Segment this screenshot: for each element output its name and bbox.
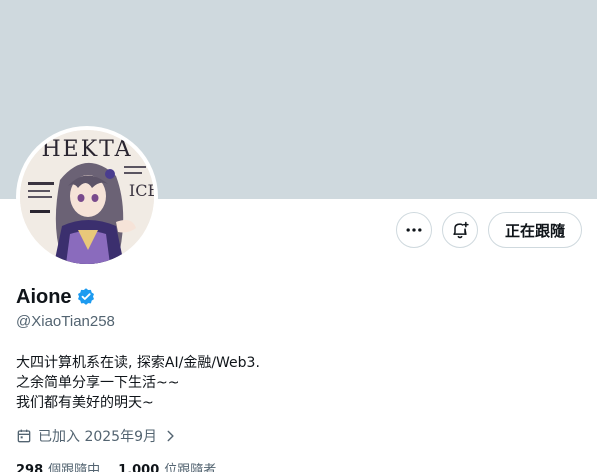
joined-text: 已加入 2025年9月: [38, 429, 157, 445]
profile-info: Aione @XiaoTian258 大四计算机系在读, 探索AI/金融/Web…: [16, 283, 576, 472]
bio-line: 我们都有美好的明天~: [16, 395, 154, 411]
following-label: 個跟隨中: [48, 462, 101, 472]
followers-label: 位跟隨者: [164, 462, 217, 472]
verified-badge-icon[interactable]: [76, 287, 96, 307]
name-row: Aione: [16, 283, 576, 311]
bio-line: 大四计算机系在读, 探索AI/金融/Web3.: [16, 355, 260, 371]
handle: @XiaoTian258: [16, 313, 115, 330]
bell-plus-icon: [450, 220, 470, 240]
avatar-side-text: ICE: [129, 181, 154, 200]
bio-line: 之余简单分享一下生活~~: [16, 375, 180, 391]
followers-link[interactable]: 1,000 位跟隨者: [118, 459, 216, 472]
follow-stats: 298 個跟隨中 1,000 位跟隨者: [16, 458, 576, 472]
following-link[interactable]: 298 個跟隨中: [16, 459, 100, 472]
more-button[interactable]: [395, 212, 432, 248]
display-name: Aione: [16, 285, 72, 308]
avatar-image: HEKTA ICE: [20, 130, 154, 264]
avatar[interactable]: HEKTA ICE: [16, 126, 158, 268]
chevron-right-icon: [163, 429, 177, 443]
calendar-icon: [16, 428, 32, 444]
joined-date[interactable]: 已加入 2025年9月: [16, 426, 576, 446]
followers-count: 1,000: [118, 462, 160, 472]
more-icon: [404, 220, 424, 240]
notify-button[interactable]: [441, 212, 478, 248]
bio: 大四计算机系在读, 探索AI/金融/Web3. 之余简单分享一下生活~~ 我们都…: [16, 353, 576, 413]
avatar-magazine-title: HEKTA: [41, 137, 132, 162]
following-button[interactable]: 正在跟隨: [487, 212, 582, 248]
profile-actions: 正在跟隨: [395, 212, 582, 248]
following-count: 298: [16, 462, 44, 472]
